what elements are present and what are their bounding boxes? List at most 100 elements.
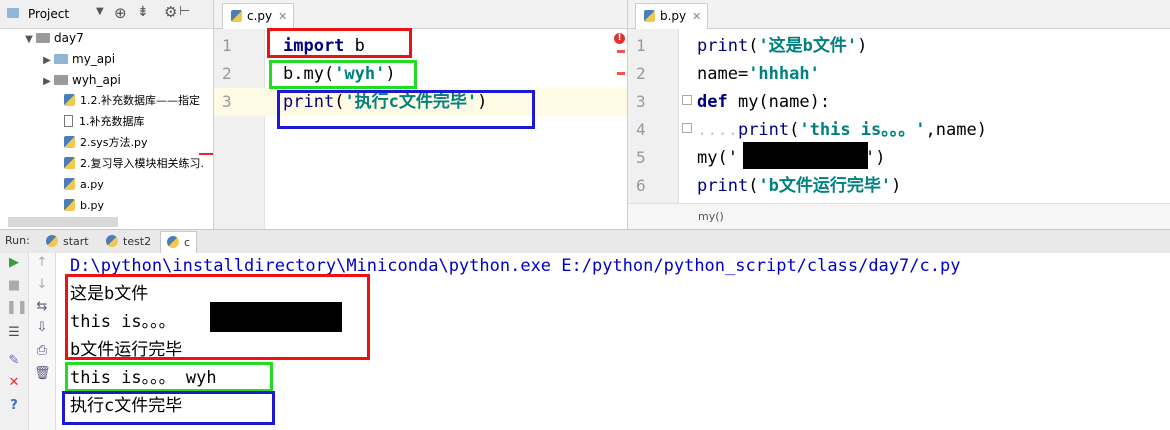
error-stripe bbox=[617, 72, 625, 75]
code-line-4: ....print('this is。。。',name) bbox=[697, 116, 987, 144]
code-text: ,name) bbox=[925, 120, 987, 140]
builtin-name: print bbox=[697, 36, 749, 56]
run-tab-test2[interactable]: test2 bbox=[100, 231, 157, 252]
tree-item-file[interactable]: 2.sys方法.py bbox=[64, 133, 147, 153]
tree-item-file[interactable]: 2.复习导入模块相关练习. bbox=[64, 154, 204, 174]
error-stripe bbox=[617, 50, 625, 53]
python-file-icon bbox=[64, 94, 75, 106]
python-icon bbox=[106, 235, 118, 247]
python-icon bbox=[167, 236, 179, 248]
line-number: 2 bbox=[636, 64, 646, 83]
tab-b-py[interactable]: b.py ✕ bbox=[635, 3, 709, 29]
code-line-6: print('b文件运行完毕') bbox=[697, 172, 901, 200]
soft-wrap-icon[interactable]: ⇆ bbox=[34, 299, 50, 315]
tree-item-wyh-api[interactable]: ▶ wyh_api bbox=[40, 70, 121, 90]
redacted-block bbox=[743, 142, 868, 169]
builtin-name: print bbox=[697, 176, 749, 196]
tree-item-file[interactable]: 1.2.补充数据库——指定 bbox=[64, 91, 200, 111]
run-tab-c[interactable]: c bbox=[160, 231, 198, 253]
line-number: 3 bbox=[636, 92, 646, 111]
chevron-down-icon[interactable]: ▼ bbox=[96, 6, 104, 17]
chevron-right-icon[interactable]: ▶ bbox=[40, 51, 54, 71]
line-number: 4 bbox=[636, 120, 646, 139]
tab-label: c.py bbox=[247, 9, 273, 23]
tree-item-label: day7 bbox=[54, 31, 84, 45]
collapse-icon[interactable]: ⇟ bbox=[137, 4, 149, 20]
code-text: ') bbox=[864, 148, 886, 168]
horizontal-scrollbar[interactable] bbox=[8, 217, 118, 227]
code-text: ) bbox=[891, 176, 902, 196]
tree-item-label: a.py bbox=[80, 178, 104, 191]
run-tab-label: test2 bbox=[123, 235, 152, 248]
tree-item-label: wyh_api bbox=[72, 73, 121, 87]
line-number: 5 bbox=[636, 148, 646, 167]
pause-icon[interactable]: ❚❚ bbox=[6, 300, 28, 316]
run-toolbar-left: ▶ ■ ❚❚ ☰ ✎ ✕ ? bbox=[0, 253, 29, 430]
arrow-down-icon[interactable]: ↓ bbox=[34, 277, 50, 293]
project-title: Project bbox=[28, 7, 70, 21]
tree-item-file[interactable]: b.py bbox=[64, 196, 104, 216]
tree-item-day7[interactable]: ▼ day7 bbox=[22, 28, 84, 48]
fold-icon[interactable] bbox=[682, 123, 692, 133]
fold-icon[interactable] bbox=[682, 95, 692, 105]
python-file-icon bbox=[64, 178, 75, 190]
tab-c-py[interactable]: c.py ✕ bbox=[222, 3, 295, 29]
python-file-icon bbox=[64, 199, 75, 211]
folder-icon bbox=[54, 75, 68, 85]
stop-icon[interactable]: ■ bbox=[6, 278, 22, 294]
tree-item-file[interactable]: a.py bbox=[64, 175, 104, 195]
close-icon[interactable]: ✕ bbox=[692, 10, 701, 23]
highlight-box-green bbox=[269, 60, 417, 89]
string-literal: 'b文件运行完毕' bbox=[758, 176, 892, 196]
trash-icon[interactable]: 🗑 bbox=[34, 366, 51, 382]
dump-threads-icon[interactable]: ☰ bbox=[6, 325, 22, 341]
run-tab-start[interactable]: start bbox=[40, 231, 103, 252]
code-text: ( bbox=[789, 120, 800, 140]
sync-icon[interactable]: ⊕ bbox=[114, 4, 127, 22]
highlight-box-green bbox=[65, 362, 273, 392]
tree-item-my-api[interactable]: ▶ my_api bbox=[40, 49, 115, 69]
run-tab-label: c bbox=[184, 236, 191, 249]
tree-item-label: 1.2.补充数据库——指定 bbox=[80, 94, 200, 107]
breadcrumb[interactable]: my() bbox=[698, 210, 724, 223]
hide-icon[interactable]: ⊢ bbox=[179, 4, 190, 19]
tab-label: b.py bbox=[660, 9, 687, 23]
chevron-down-icon[interactable]: ▼ bbox=[22, 30, 36, 50]
run-label: Run: bbox=[5, 234, 30, 247]
project-folder-icon bbox=[7, 8, 19, 18]
code-text: ( bbox=[748, 176, 759, 196]
string-literal: 'this is。。。' bbox=[799, 120, 926, 140]
help-icon[interactable]: ? bbox=[6, 398, 22, 414]
code-line-2: name='hhhah' bbox=[697, 60, 820, 88]
string-literal: 'hhhah' bbox=[748, 64, 820, 84]
python-file-icon bbox=[64, 157, 75, 169]
tree-item-label: 2.复习导入模块相关练习. bbox=[80, 157, 204, 170]
print-icon[interactable]: ⎙ bbox=[34, 343, 50, 359]
error-icon[interactable]: ! bbox=[614, 33, 625, 44]
python-icon bbox=[46, 235, 58, 247]
close-icon[interactable]: ✕ bbox=[6, 375, 22, 391]
highlight-box-red bbox=[65, 274, 370, 360]
run-tabbar: Run: start test2 c bbox=[0, 229, 1170, 254]
indent-guide: .... bbox=[697, 120, 738, 140]
code-text: ) bbox=[857, 36, 868, 56]
highlight-box-red bbox=[267, 28, 412, 58]
close-icon[interactable]: ✕ bbox=[278, 10, 287, 23]
string-literal: '这是b文件' bbox=[758, 36, 858, 56]
chevron-right-icon[interactable]: ▶ bbox=[40, 72, 54, 92]
tree-item-file[interactable]: 1.补充数据库 bbox=[64, 112, 145, 132]
python-file-icon bbox=[644, 10, 655, 22]
arrow-up-icon[interactable]: ↑ bbox=[34, 255, 50, 271]
tree-item-label: 1.补充数据库 bbox=[79, 115, 145, 128]
builtin-name: print bbox=[737, 120, 790, 140]
run-icon[interactable]: ▶ bbox=[6, 255, 22, 271]
code-text: my(' bbox=[697, 148, 738, 168]
python-file-icon bbox=[64, 136, 75, 148]
tree-item-label: my_api bbox=[72, 52, 116, 66]
gear-icon[interactable]: ⚙ bbox=[164, 3, 177, 21]
tree-item-label: 2.sys方法.py bbox=[80, 136, 148, 149]
scroll-to-end-icon[interactable]: ⇩ bbox=[34, 320, 50, 336]
pin-icon[interactable]: ✎ bbox=[6, 353, 22, 369]
project-panel: Project ▼ ⊕ ⇟ ⚙ ⊢ ▼ day7 ▶ my_api ▶ wyh_api… bbox=[0, 0, 214, 229]
line-number: 2 bbox=[222, 64, 232, 83]
